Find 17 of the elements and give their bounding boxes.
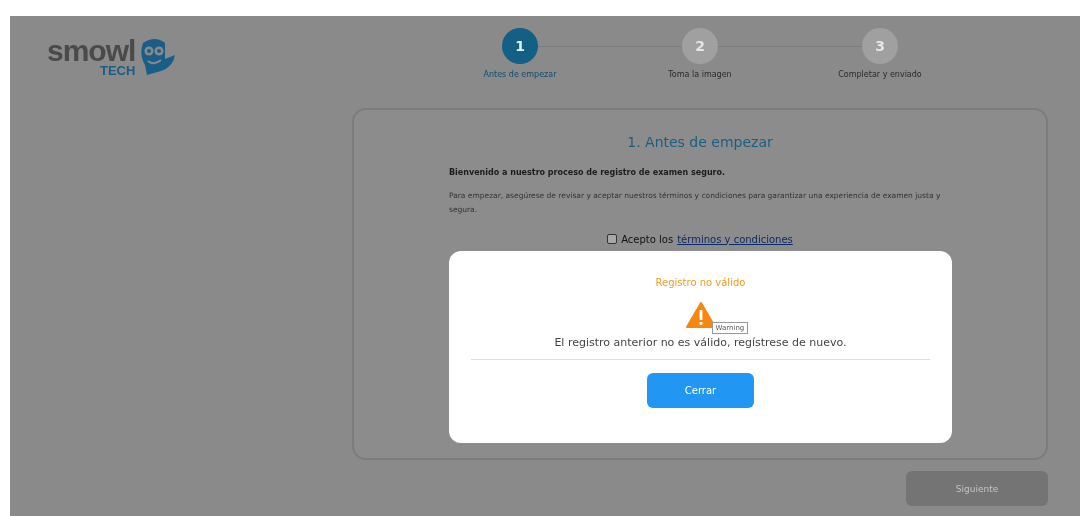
step-indicator: 2 [682, 28, 718, 64]
consent-checkbox[interactable] [607, 234, 618, 244]
warning-icon [685, 302, 716, 328]
intro-text: Bienvenido a nuestro proceso de registro de examen seguro. [449, 168, 727, 177]
step-label: Toma la imagen [667, 70, 733, 81]
step-label: Antes de empezar [482, 70, 558, 81]
step-indicator: 1 [502, 28, 538, 64]
consent-label: Acepto los [621, 233, 674, 245]
step-label: Completar y enviado [837, 70, 923, 81]
step-indicator: 3 [862, 28, 898, 64]
section-title: 1. Antes de empezar [626, 134, 774, 150]
dialog-title: Registro no válido [655, 277, 746, 288]
terms-link[interactable]: términos y condiciones [677, 233, 793, 245]
logo-wordmark: smowl [47, 36, 136, 66]
dialog-message: El registro anterior no es válido, regístrese de nuevo. [554, 336, 847, 349]
logo-subtitle: TECH [99, 64, 136, 77]
close-button[interactable]: Cerrar [647, 373, 754, 408]
